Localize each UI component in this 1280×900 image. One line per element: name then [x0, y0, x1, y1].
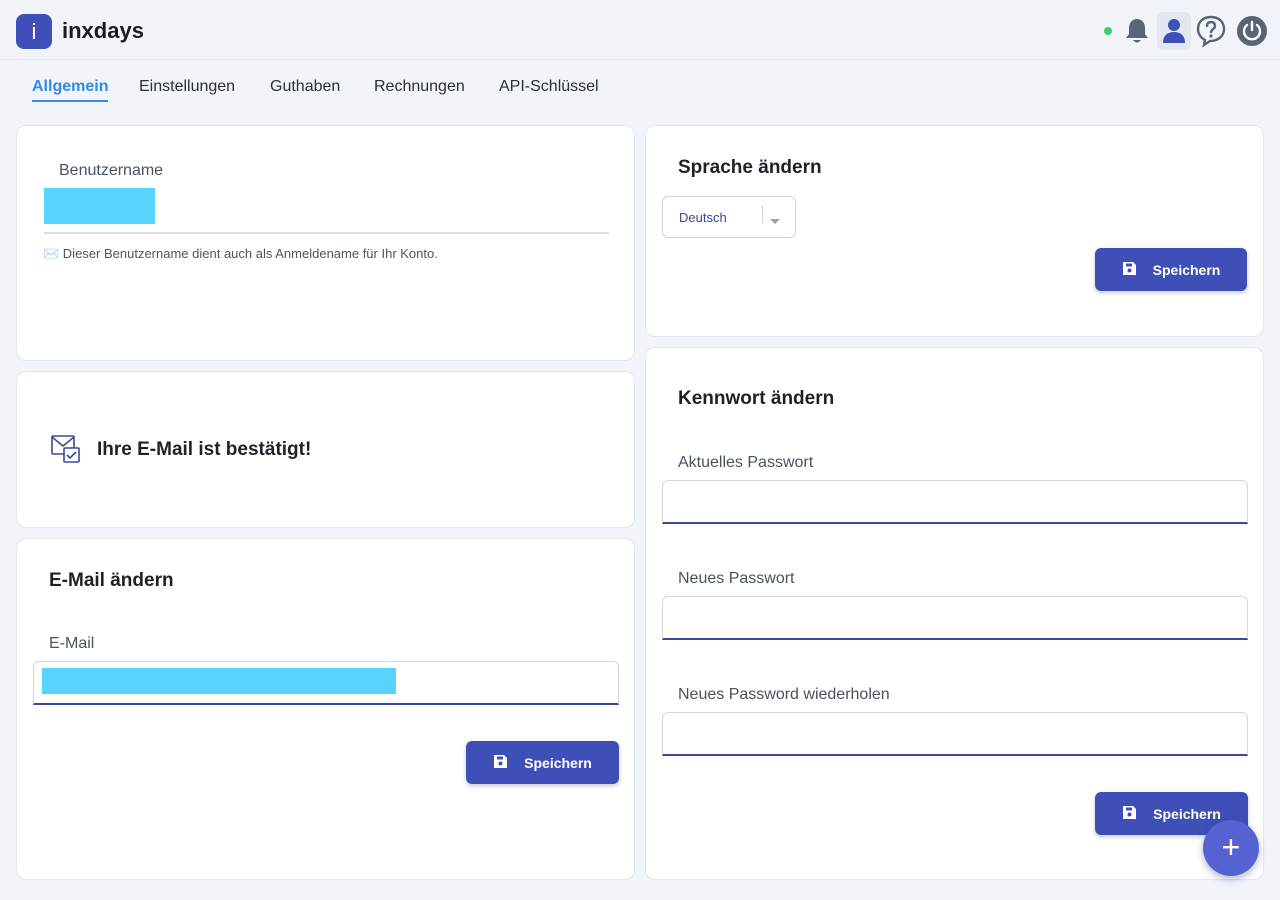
password-card: Kennwort ändern Aktuelles Passwort Neues… — [645, 347, 1264, 880]
user-icon[interactable] — [1157, 12, 1191, 50]
tab-allgemein[interactable]: Allgemein — [32, 78, 109, 102]
save-icon — [493, 754, 508, 772]
status-dot — [1104, 27, 1112, 35]
email-change-title: E-Mail ändern — [49, 570, 174, 591]
current-password-input[interactable] — [662, 480, 1248, 524]
add-fab-button[interactable]: + — [1203, 820, 1259, 876]
app-logo[interactable]: i — [16, 14, 52, 49]
save-icon — [1122, 805, 1137, 823]
language-selected: Deutsch — [679, 210, 727, 225]
app-name: inxdays — [62, 18, 144, 43]
tab-api-schluessel[interactable]: API-Schlüssel — [499, 78, 599, 96]
email-save-button[interactable]: Speichern — [466, 741, 619, 784]
email-confirmed-text: Ihre E-Mail ist bestätigt! — [97, 439, 312, 460]
username-hint: ✉️ Dieser Benutzername dient auch als An… — [43, 246, 438, 261]
email-input[interactable] — [33, 661, 619, 705]
power-icon[interactable] — [1235, 12, 1269, 50]
email-label: E-Mail — [49, 635, 95, 652]
current-password-label: Aktuelles Passwort — [678, 454, 814, 471]
mail-check-icon — [50, 433, 82, 470]
language-save-label: Speichern — [1152, 261, 1221, 278]
language-save-button[interactable]: Speichern — [1095, 248, 1247, 291]
select-separator — [762, 205, 763, 223]
username-underline — [44, 232, 609, 234]
email-confirmed-card: Ihre E-Mail ist bestätigt! — [16, 371, 635, 528]
language-select[interactable]: Deutsch — [662, 196, 796, 238]
tab-guthaben[interactable]: Guthaben — [270, 78, 340, 96]
password-save-label: Speichern — [1153, 805, 1221, 822]
chevron-down-icon — [769, 213, 781, 231]
tab-einstellungen[interactable]: Einstellungen — [139, 78, 235, 96]
email-value — [42, 668, 396, 694]
top-bar: i inxdays — [0, 0, 1280, 60]
password-title: Kennwort ändern — [678, 388, 835, 409]
repeat-password-label: Neues Password wiederholen — [678, 686, 890, 703]
repeat-password-input[interactable] — [662, 712, 1248, 756]
new-password-input[interactable] — [662, 596, 1248, 640]
email-change-card: E-Mail ändern E-Mail Speichern — [16, 538, 635, 880]
language-title: Sprache ändern — [678, 157, 822, 178]
new-password-label: Neues Passwort — [678, 570, 795, 587]
tab-rechnungen[interactable]: Rechnungen — [374, 78, 465, 96]
help-icon[interactable] — [1194, 12, 1228, 50]
username-value[interactable] — [44, 188, 155, 224]
username-label: Benutzername — [59, 162, 164, 179]
bell-icon[interactable] — [1120, 12, 1154, 50]
username-card: Benutzername ✉️ Dieser Benutzername dien… — [16, 125, 635, 361]
save-icon — [1122, 261, 1137, 279]
email-save-label: Speichern — [524, 754, 592, 771]
